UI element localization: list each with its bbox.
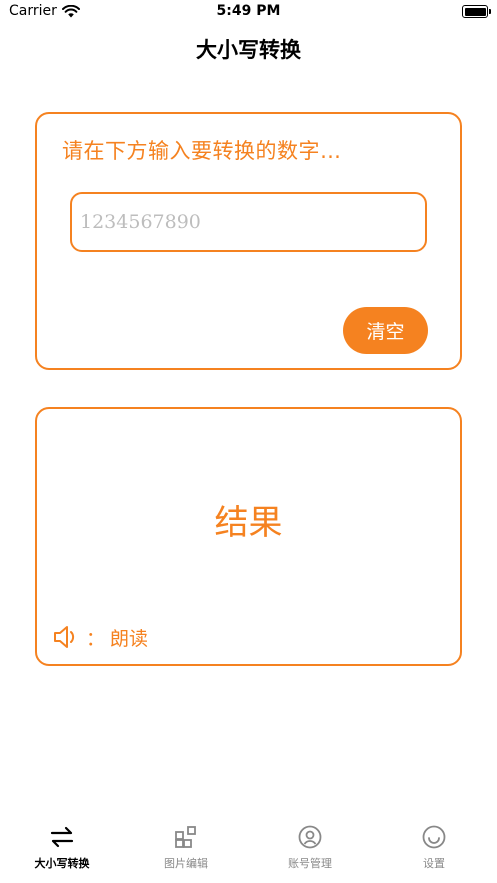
read-aloud-button[interactable]: ： 朗读 bbox=[51, 622, 148, 652]
clock: 5:49 PM bbox=[216, 3, 281, 19]
input-prompt: 请在下方输入要转换的数字… bbox=[62, 139, 342, 163]
tab-account[interactable]: 账号管理 bbox=[248, 820, 372, 878]
smile-icon bbox=[422, 825, 446, 849]
tab-settings[interactable]: 设置 bbox=[372, 820, 496, 878]
read-separator: ： bbox=[86, 627, 106, 650]
battery-icon bbox=[462, 5, 491, 18]
tab-label: 账号管理 bbox=[288, 857, 332, 870]
tab-case-convert[interactable]: 大小写转换 bbox=[0, 820, 124, 878]
tab-image-edit[interactable]: 图片编辑 bbox=[124, 820, 248, 878]
tab-label: 图片编辑 bbox=[164, 857, 208, 870]
page-title: 大小写转换 bbox=[196, 38, 301, 62]
result-text: 结果 bbox=[214, 503, 283, 543]
speaker-icon bbox=[54, 626, 75, 648]
grid-edit-icon bbox=[175, 826, 196, 848]
clear-button[interactable]: 清空 bbox=[343, 307, 428, 354]
tab-label: 设置 bbox=[423, 857, 445, 870]
tab-bar: 大小写转换 图片编辑 账号管理 设置 bbox=[0, 818, 497, 883]
swap-arrows-icon bbox=[50, 826, 74, 848]
status-bar: Carrier 5:49 PM bbox=[0, 0, 497, 28]
result-card: 结果 ： 朗读 bbox=[35, 407, 462, 666]
account-icon bbox=[298, 825, 322, 849]
tab-label: 大小写转换 bbox=[34, 857, 90, 870]
input-card: 请在下方输入要转换的数字… 清空 bbox=[35, 112, 462, 370]
read-aloud-label: 朗读 bbox=[110, 627, 149, 650]
number-input[interactable] bbox=[70, 192, 427, 252]
